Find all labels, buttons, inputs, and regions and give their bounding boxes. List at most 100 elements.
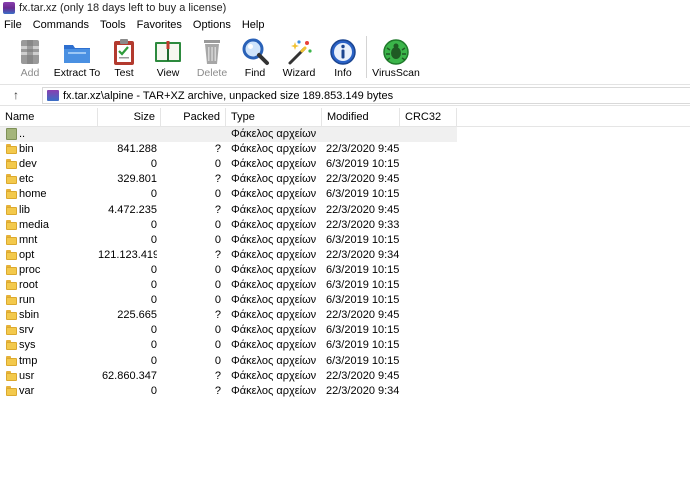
- table-row[interactable]: etc 329.801? Φάκελος αρχείων 22/3/2020 9:45…: [0, 172, 690, 187]
- table-row[interactable]: opt 121.123.419? Φάκελος αρχείων 22/3/2020 …: [0, 248, 690, 263]
- parent-folder-type: Φάκελος αρχείων: [231, 128, 317, 140]
- test-clipboard-icon: [114, 39, 134, 65]
- row-size: 0: [150, 324, 157, 337]
- table-row[interactable]: home 0 0 Φάκελος αρχείων 6/3/2019 10:15 ...: [0, 187, 690, 202]
- parent-folder-row[interactable]: .. Φάκελος αρχείων: [0, 127, 690, 142]
- row-name: proc: [19, 263, 41, 276]
- row-size: 121.123.419: [98, 248, 157, 261]
- table-row[interactable]: lib 4.472.235? Φάκελος αρχείων 22/3/2020 9:…: [0, 203, 690, 218]
- column-header-size[interactable]: Size: [98, 108, 161, 127]
- row-packed: ?: [214, 203, 221, 216]
- menu-favorites[interactable]: Favorites: [137, 17, 182, 34]
- table-row[interactable]: dev 0 0 Φάκελος αρχείων 6/3/2019 10:15 ...: [0, 157, 690, 172]
- row-packed: ?: [214, 173, 221, 186]
- virus-scan-icon: [383, 39, 409, 65]
- folder-icon: [6, 174, 17, 185]
- row-type: Φάκελος αρχείων: [231, 354, 317, 367]
- table-row[interactable]: sbin 225.665? Φάκελος αρχείων 22/3/2020 9:4…: [0, 308, 690, 323]
- row-type: Φάκελος αρχείων: [231, 369, 317, 382]
- table-row[interactable]: run 0 0 Φάκελος αρχείων 6/3/2019 10:15 ...: [0, 293, 690, 308]
- column-header-name[interactable]: Name: [0, 108, 98, 127]
- menu-tools[interactable]: Tools: [100, 17, 126, 34]
- row-name: lib: [19, 203, 31, 216]
- row-packed: ?: [214, 369, 221, 382]
- folder-icon: [6, 340, 17, 351]
- row-type: Φάκελος αρχείων: [231, 248, 317, 261]
- folder-icon: [6, 204, 17, 215]
- path-field[interactable]: fx.tar.xz\alpine - TAR+XZ archive, unpac…: [42, 87, 690, 104]
- row-modified: 22/3/2020 9:34 ...: [326, 384, 400, 397]
- row-name: dev: [19, 158, 37, 171]
- row-name: var: [19, 384, 35, 397]
- menu-help[interactable]: Help: [242, 17, 265, 34]
- row-size: 0: [150, 354, 157, 367]
- row-modified: 6/3/2019 10:15 ...: [326, 294, 400, 307]
- row-modified: 22/3/2020 9:45 ...: [326, 173, 400, 186]
- row-size: 0: [150, 263, 157, 276]
- folder-icon: [6, 144, 17, 155]
- row-packed: ?: [214, 309, 221, 322]
- winrar-app-icon[interactable]: [3, 2, 15, 14]
- table-row[interactable]: root 0 0 Φάκελος αρχείων 6/3/2019 10:15 ...: [0, 278, 690, 293]
- table-row[interactable]: srv 0 0 Φάκελος αρχείων 6/3/2019 10:15 ...: [0, 323, 690, 338]
- row-name: run: [19, 294, 35, 307]
- table-row[interactable]: bin 841.288? Φάκελος αρχείων 22/3/2020 9:45…: [0, 142, 690, 157]
- row-packed: 0: [214, 233, 221, 246]
- row-modified: 6/3/2019 10:15 ...: [326, 354, 400, 367]
- row-packed: 0: [214, 279, 221, 291]
- table-row[interactable]: proc 0 0 Φάκελος αρχείων 6/3/2019 10:15 ...: [0, 263, 690, 278]
- row-modified: 22/3/2020 9:33 ...: [326, 218, 400, 231]
- menu-commands[interactable]: Commands: [33, 17, 89, 34]
- column-header-type[interactable]: Type: [226, 108, 322, 127]
- row-name: bin: [19, 143, 34, 156]
- add-archive-icon: [21, 40, 39, 64]
- row-packed: 0: [214, 339, 221, 352]
- row-name: opt: [19, 248, 35, 261]
- row-modified: 22/3/2020 9:34 ...: [326, 248, 400, 261]
- info-icon: [330, 39, 356, 65]
- column-header-modified[interactable]: Modified: [322, 108, 400, 127]
- row-modified: 22/3/2020 9:45 ...: [326, 143, 400, 156]
- row-name: sbin: [19, 309, 40, 322]
- folder-icon: [6, 295, 17, 306]
- row-size: 225.665: [117, 309, 157, 322]
- row-name: home: [19, 188, 47, 201]
- menu-options[interactable]: Options: [193, 17, 231, 34]
- folder-icon: [6, 159, 17, 170]
- table-row[interactable]: var 0? Φάκελος αρχείων 22/3/2020 9:34 ...: [0, 384, 690, 399]
- menu-bar: File Commands Tools Favorites Options He…: [0, 17, 690, 34]
- extract-folder-icon: [64, 45, 90, 63]
- column-header-crc32[interactable]: CRC32: [400, 108, 457, 127]
- info-label: Info: [334, 67, 352, 79]
- table-row[interactable]: media 0 0 Φάκελος αρχείων 22/3/2020 9:33 ...: [0, 218, 690, 233]
- row-type: Φάκελος αρχείων: [231, 324, 317, 337]
- menu-file[interactable]: File: [4, 17, 22, 34]
- title-bar: fx.tar.xz (only 18 days left to buy a li…: [0, 0, 690, 17]
- folder-icon: [6, 249, 17, 260]
- row-name: usr: [19, 369, 35, 382]
- info-button[interactable]: Info: [319, 34, 367, 82]
- address-bar: ↑ fx.tar.xz\alpine - TAR+XZ archive, unp…: [0, 84, 690, 106]
- table-row[interactable]: usr 62.860.347? Φάκελος αρχείων 22/3/2020 9…: [0, 369, 690, 384]
- row-modified: 6/3/2019 10:15 ...: [326, 188, 400, 201]
- table-row[interactable]: tmp 0 0 Φάκελος αρχείων 6/3/2019 10:15 ...: [0, 354, 690, 369]
- row-type: Φάκελος αρχείων: [231, 173, 317, 186]
- row-size: 0: [150, 233, 157, 246]
- row-packed: 0: [214, 294, 221, 307]
- column-header-packed[interactable]: Packed: [161, 108, 226, 127]
- table-row[interactable]: mnt 0 0 Φάκελος αρχείων 6/3/2019 10:15 ...: [0, 233, 690, 248]
- virusscan-button[interactable]: VirusScan: [372, 34, 420, 82]
- up-arrow-icon[interactable]: ↑: [6, 88, 26, 104]
- table-row[interactable]: sys 0 0 Φάκελος αρχείων 6/3/2019 10:15 ...: [0, 338, 690, 353]
- row-name: sys: [19, 339, 36, 352]
- row-type: Φάκελος αρχείων: [231, 384, 317, 397]
- parent-folder-name: ..: [19, 128, 26, 140]
- row-size: 0: [150, 188, 157, 201]
- archive-icon: [47, 90, 59, 101]
- column-headers: Name Size Packed Type Modified CRC32: [0, 108, 690, 127]
- row-size: 62.860.347: [101, 369, 157, 382]
- folder-icon: [6, 219, 17, 230]
- file-list: Name Size Packed Type Modified CRC32 .. …: [0, 108, 690, 483]
- row-type: Φάκελος αρχείων: [231, 339, 317, 352]
- row-type: Φάκελος αρχείων: [231, 143, 317, 156]
